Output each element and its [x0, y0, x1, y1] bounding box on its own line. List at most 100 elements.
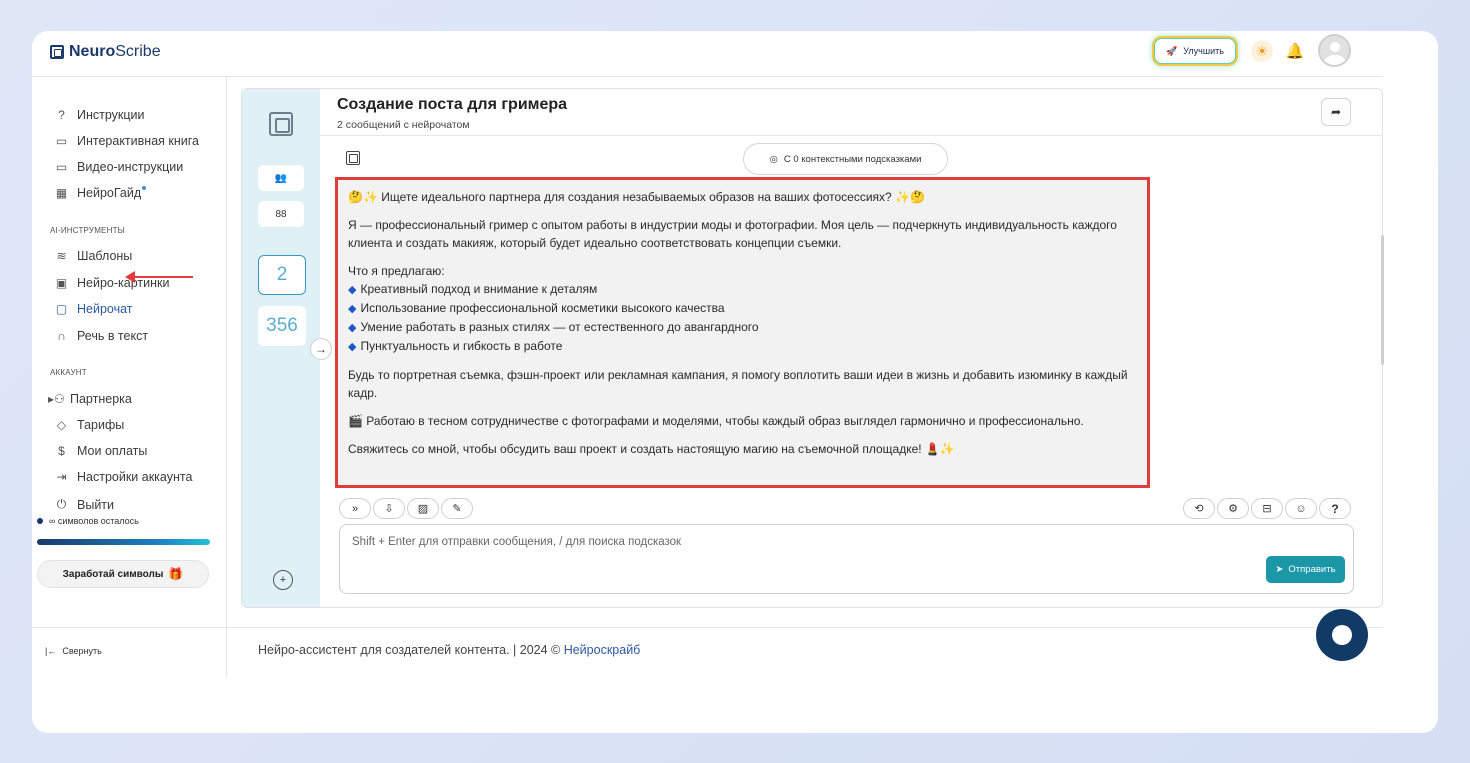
sidebar-item-label: Нейро-картинки — [77, 276, 170, 290]
sidebar-item-partner[interactable]: ▸⚇ Партнерка — [48, 392, 132, 406]
rail-chat-count[interactable]: 356 — [258, 306, 306, 346]
sidebar-divider — [226, 77, 227, 677]
tag-icon: ◇ — [56, 418, 67, 432]
sidebar-item-label: Нейрочат — [77, 302, 133, 316]
offer-item: ◆ Использование профессиональной косметик… — [348, 301, 725, 315]
diamond-icon: ◆ — [348, 284, 357, 296]
sidebar-item-label: НейроГайд — [77, 186, 142, 200]
send-icon: ➤ — [1275, 564, 1284, 575]
power-icon: ⏻ — [56, 497, 67, 511]
sidebar-item-label: Партнерка — [70, 392, 132, 406]
dollar-icon: $ — [58, 444, 65, 458]
guide-icon: ▦ — [55, 186, 68, 200]
plugin-icon[interactable]: ⟲ — [1183, 498, 1215, 519]
export-icon[interactable]: ⇩ — [373, 498, 405, 519]
sidebar-item-label: Интерактивная книга — [77, 134, 199, 148]
message-line: 🤔✨ Ищете идеального партнера для создани… — [348, 190, 925, 204]
sidebar-item-label: Шаблоны — [77, 249, 133, 263]
symbols-label: ∞ символов осталось — [49, 516, 139, 526]
bot-icon[interactable]: ☺ — [1285, 498, 1317, 519]
sidebar-item-video-instructions[interactable]: ▭ Видео-инструкции — [55, 160, 183, 174]
symbols-progress-bar — [37, 539, 210, 545]
diamond-icon: ◆ — [348, 303, 357, 315]
avatar[interactable] — [1318, 34, 1351, 67]
message-paragraph: 🎬 Работаю в тесном сотрудничестве с фото… — [348, 414, 1084, 428]
offer-item: ◆ Умение работать в разных стилях — от ес… — [348, 320, 759, 334]
settings-icon[interactable]: ⚙ — [1217, 498, 1249, 519]
sidebar-item-label: Видео-инструкции — [77, 160, 184, 174]
chat-scrollbar[interactable] — [1381, 235, 1384, 365]
upgrade-button[interactable]: 🚀 Улучшить — [1154, 38, 1236, 64]
sidebar-item-payments[interactable]: $ Мои оплаты — [55, 444, 147, 458]
sidebar-item-templates[interactable]: ≋ Шаблоны — [55, 249, 132, 263]
context-hints-button[interactable]: ◎ С 0 контекстными подсказками — [743, 143, 948, 175]
message-input[interactable]: Shift + Enter для отправки сообщения, / … — [339, 524, 1354, 594]
sidebar-item-neuroguide[interactable]: ▦ НейроГайд — [55, 186, 147, 200]
users-icon: ▸⚇ — [48, 392, 65, 406]
bell-icon[interactable]: 🔔 — [1284, 40, 1306, 62]
magic-wand-icon[interactable]: ✎ — [441, 498, 473, 519]
sidebar-item-label: Речь в текст — [77, 329, 149, 343]
rail-grid-button[interactable]: 88 — [258, 201, 304, 227]
annotation-arrow — [125, 271, 193, 283]
gift-icon: 🎁 — [168, 567, 184, 581]
sidebar-item-label: Инструкции — [77, 108, 145, 122]
sidebar-item-speech-to-text[interactable]: ∩ Речь в текст — [55, 329, 148, 343]
logo-bold: Neuro — [69, 43, 116, 60]
sidebar-item-tariffs[interactable]: ◇ Тарифы — [55, 418, 124, 432]
logo-rest: Scribe — [115, 43, 161, 60]
rail-users-button[interactable]: 👥 — [258, 165, 304, 191]
message-offer-title: Что я предлагаю: — [348, 264, 445, 278]
message-paragraph: Свяжитесь со мной, чтобы обсудить ваш пр… — [348, 442, 955, 456]
context-label: С 0 контекстными подсказками — [783, 153, 922, 165]
collapse-chevron-icon[interactable]: » — [339, 498, 371, 519]
palette-icon: ◎ — [769, 153, 778, 165]
collapse-icon: |← — [45, 646, 57, 656]
settings-arrow-icon: ⇥ — [56, 470, 67, 484]
sidebar-item-label: Тарифы — [77, 418, 125, 432]
support-chat-button[interactable] — [1316, 609, 1368, 661]
sidebar-item-instructions[interactable]: ? Инструкции — [55, 108, 145, 122]
theme-toggle-sun-icon[interactable]: ☀ — [1251, 40, 1273, 62]
earn-symbols-button[interactable]: Заработай символы 🎁 — [37, 560, 209, 588]
message-paragraph: Я — профессиональный гример с опытом раб… — [348, 218, 1117, 250]
footer-text: Нейро-ассистент для создателей контента.… — [258, 643, 564, 657]
sidebar-item-logout[interactable]: ⏻ Выйти — [55, 497, 114, 512]
chat-icon: ▢ — [55, 302, 68, 316]
logo-icon — [50, 45, 64, 59]
help-button[interactable]: ? — [1319, 498, 1351, 519]
offer-item: ◆ Креативный подход и внимание к деталям — [348, 282, 598, 296]
offer-item: ◆ Пунктуальность и гибкость в работе — [348, 339, 563, 353]
send-button[interactable]: ➤ Отправить — [1266, 556, 1345, 583]
collapse-label: Свернуть — [62, 646, 102, 656]
diamond-icon: ◆ — [348, 341, 357, 353]
sidebar-item-label: Выйти — [77, 497, 115, 512]
expand-arrow-icon[interactable]: → — [310, 338, 332, 360]
image-icon: ▣ — [55, 276, 68, 290]
footer-link[interactable]: Нейроскрайб — [564, 643, 641, 657]
chat-header-divider — [320, 135, 1383, 136]
symbols-remaining: ∞ символов осталось — [37, 516, 139, 526]
send-label: Отправить — [1288, 564, 1336, 575]
app-logo[interactable]: NeuroScribe — [50, 43, 161, 61]
save-icon[interactable]: ⊟ — [1251, 498, 1283, 519]
footer-divider — [27, 627, 1383, 628]
image-gen-icon[interactable]: ▨ — [407, 498, 439, 519]
message-input-placeholder: Shift + Enter для отправки сообщения, / … — [352, 536, 682, 548]
chat-subtitle: 2 сообщений с нейрочатом — [337, 119, 470, 131]
sidebar-item-neuro-images[interactable]: ▣ Нейро-картинки — [55, 276, 170, 290]
add-chat-icon[interactable]: + — [273, 570, 293, 590]
share-icon[interactable]: ➦ — [1321, 98, 1351, 126]
earn-label: Заработай символы — [62, 568, 164, 580]
collapse-sidebar-button[interactable]: |← Свернуть — [45, 646, 102, 656]
new-dot — [142, 186, 147, 190]
sidebar-item-interactive-book[interactable]: ▭ Интерактивная книга — [55, 134, 199, 148]
sidebar-item-label: Мои оплаты — [77, 444, 148, 458]
question-circle-icon: ? — [58, 108, 65, 122]
book-icon: ▭ — [55, 134, 68, 148]
sidebar-item-account-settings[interactable]: ⇥ Настройки аккаунта — [55, 470, 192, 484]
section-ai-tools: AI-ИНСТРУМЕНТЫ — [50, 226, 125, 235]
rail-chat-count-active[interactable]: 2 — [258, 255, 306, 295]
section-account: АККАУНТ — [50, 368, 87, 377]
sidebar-item-neurochat[interactable]: ▢ Нейрочат — [55, 302, 133, 316]
